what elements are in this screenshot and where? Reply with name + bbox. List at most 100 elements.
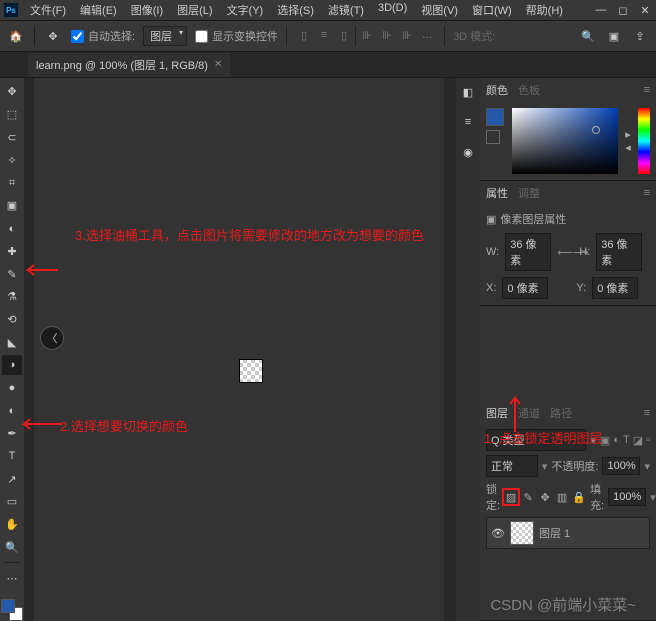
foreground-swatch[interactable] [486,108,504,126]
frame-tool[interactable]: ▣ [2,196,22,216]
zoom-tool[interactable]: 🔍 [2,538,22,558]
fg-color-swatch[interactable] [1,599,15,613]
lasso-tool[interactable]: ⊂ [2,128,22,148]
show-transform-check[interactable]: 显示变换控件 [195,28,278,44]
lock-artboard-icon[interactable]: ▥ [555,490,569,504]
menu-view[interactable]: 视图(V) [415,0,464,20]
canvas[interactable]: 〈 [34,78,444,621]
crop-tool[interactable]: ⌗ [2,173,22,193]
shape-tool[interactable]: ▭ [2,492,22,512]
text-tool[interactable]: T [2,447,22,467]
kind-filter-1-icon[interactable]: ▣ [600,434,610,447]
pen-tool[interactable]: ✒ [2,424,22,444]
kind-filter-2-icon[interactable]: ◐ [613,434,620,447]
workspace-icon[interactable]: ▣ [604,26,624,46]
blend-mode-select[interactable]: 正常 [486,455,538,477]
menu-image[interactable]: 图像(I) [125,0,169,20]
menu-type[interactable]: 文字(Y) [221,0,270,20]
dist-3-icon[interactable]: ⊪ [398,26,416,44]
align-right-icon[interactable]: ▯ [335,26,353,44]
height-input[interactable]: 36 像素 [596,233,642,271]
menu-file[interactable]: 文件(F) [24,0,72,20]
collapsed-panel-2-icon[interactable]: ◉ [458,142,478,162]
history-tool[interactable]: ⟲ [2,310,22,330]
background-swatch[interactable] [486,130,500,144]
dist-1-icon[interactable]: ⊪ [358,26,376,44]
menu-layer[interactable]: 图层(L) [171,0,218,20]
back-button[interactable]: 〈 [40,326,64,350]
path-tool[interactable]: ↗ [2,469,22,489]
blur-tool[interactable]: ● [2,378,22,398]
layer-item[interactable]: 👁 图层 1 [486,517,650,549]
kind-filter-4-icon[interactable]: ◪ [633,434,643,447]
color-field[interactable] [512,108,618,174]
stamp-tool[interactable]: ⚗ [2,287,22,307]
hue-slider[interactable] [638,108,650,174]
wand-tool[interactable]: ✧ [2,150,22,170]
visibility-icon[interactable]: 👁 [491,527,505,540]
hand-tool[interactable]: ✋ [2,515,22,535]
move-tool[interactable]: ✥ [2,82,22,102]
auto-select-target[interactable]: 图层 [143,26,187,46]
lock-position-icon[interactable]: ✥ [538,490,552,504]
minimize-icon[interactable]: — [594,4,608,17]
home-icon[interactable]: 🏠 [6,26,26,46]
layer-thumbnail[interactable] [511,522,533,544]
canvas-image[interactable] [240,360,262,382]
dodge-tool[interactable]: ◐ [2,401,22,421]
align-left-icon[interactable]: ▯ [295,26,313,44]
auto-select-checkbox[interactable] [71,30,84,43]
auto-select-check[interactable]: 自动选择: [71,28,135,44]
layer-kind-select[interactable]: Q 类型 [486,429,586,451]
brush-tool[interactable]: ✎ [2,264,22,284]
search-icon[interactable]: 🔍 [578,26,598,46]
panel-menu-icon[interactable]: ≡ [644,84,650,96]
collapsed-panel-0-icon[interactable]: ◧ [458,82,478,102]
more-tools[interactable]: ⋯ [2,568,22,588]
menu-filter[interactable]: 滤镜(T) [322,0,370,20]
heal-tool[interactable]: ✚ [2,241,22,261]
kind-filter-5-icon[interactable]: ▫ [646,434,650,447]
color-swatches[interactable] [1,595,23,621]
eyedrop-tool[interactable]: ◐ [2,219,22,239]
marquee-tool[interactable]: ⬚ [2,105,22,125]
paths-tab[interactable]: 路径 [550,405,572,421]
swatches-tab[interactable]: 色板 [518,82,540,98]
move-tool-icon[interactable]: ✥ [43,26,63,46]
collapsed-panel-1-icon[interactable]: ≡ [458,112,478,132]
properties-tab[interactable]: 属性 [486,185,508,201]
color-tab[interactable]: 颜色 [486,82,508,98]
fill-input[interactable]: 100% [608,488,646,506]
channels-tab[interactable]: 通道 [518,405,540,421]
lock-pixels-icon[interactable]: ✎ [521,490,535,504]
eraser-tool[interactable]: ◣ [2,333,22,353]
menu-select[interactable]: 选择(S) [271,0,320,20]
share-icon[interactable]: ⇪ [630,26,650,46]
more-align-icon[interactable]: … [418,26,436,44]
layers-tab[interactable]: 图层 [486,405,508,421]
opacity-input[interactable]: 100% [602,457,640,475]
panel-menu-icon[interactable]: ≡ [644,407,650,419]
bucket-tool[interactable]: ◑ [2,355,22,375]
document-tab[interactable]: learn.png @ 100% (图层 1, RGB/8) ✕ [28,53,230,77]
menu-edit[interactable]: 编辑(E) [74,0,123,20]
menu-window[interactable]: 窗口(W) [466,0,518,20]
link-wh-icon[interactable]: ⟵⟶ [557,246,573,259]
lock-transparency-icon[interactable]: ▨ [504,490,518,504]
panel-menu-icon[interactable]: ≡ [644,187,650,199]
x-input[interactable]: 0 像素 [502,277,548,299]
menu-3d[interactable]: 3D(D) [372,0,413,20]
align-center-icon[interactable]: ≡ [315,26,333,44]
lock-all-icon[interactable]: 🔒 [572,490,586,504]
tab-close-icon[interactable]: ✕ [214,59,222,70]
kind-filter-3-icon[interactable]: T [623,434,630,447]
show-transform-checkbox[interactable] [195,30,208,43]
watermark: CSDN @前端小菜菜~ [490,594,636,615]
dist-2-icon[interactable]: ⊪ [378,26,396,44]
adjustments-tab[interactable]: 调整 [518,185,540,201]
close-icon[interactable]: ✕ [638,4,652,17]
menu-help[interactable]: 帮助(H) [520,0,569,20]
maximize-icon[interactable]: ◻ [616,4,630,17]
y-input[interactable]: 0 像素 [592,277,638,299]
width-input[interactable]: 36 像素 [505,233,551,271]
